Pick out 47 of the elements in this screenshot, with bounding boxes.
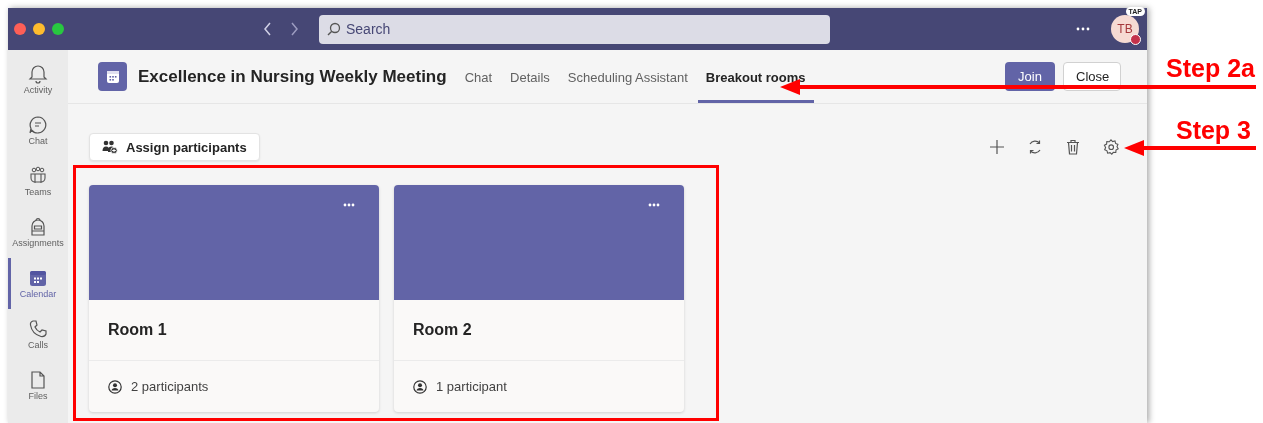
more-icon[interactable] xyxy=(1076,27,1090,31)
meeting-title: Excellence in Nursing Weekly Meeting xyxy=(138,66,447,87)
backpack-icon xyxy=(28,217,48,237)
close-window-icon[interactable] xyxy=(14,23,26,35)
sidebar-item[interactable]: Calendar xyxy=(8,258,68,309)
more-icon[interactable] xyxy=(648,203,660,207)
chat-icon xyxy=(28,115,48,135)
person-icon xyxy=(413,379,427,394)
delete-icon[interactable] xyxy=(1065,139,1081,155)
forward-icon[interactable] xyxy=(289,22,299,36)
more-icon[interactable] xyxy=(343,203,355,207)
add-icon[interactable] xyxy=(989,139,1005,155)
sidebar-item[interactable]: Calls xyxy=(8,309,68,360)
tab[interactable]: Scheduling Assistant xyxy=(559,50,696,103)
people-add-icon xyxy=(102,140,118,154)
sidebar-item[interactable]: Activity xyxy=(8,54,68,105)
presence-dot-icon xyxy=(1130,34,1141,45)
tab[interactable]: Chat xyxy=(456,50,501,103)
step-label: Step 2a xyxy=(1166,53,1255,83)
file-icon xyxy=(28,370,48,390)
room-card[interactable]: Room 2 1 participant xyxy=(394,185,684,412)
teams-icon xyxy=(28,166,48,186)
refresh-icon[interactable] xyxy=(1027,139,1043,155)
calendar-icon xyxy=(98,62,127,91)
tab[interactable]: Details xyxy=(502,50,558,103)
room-name: Room 1 xyxy=(108,321,167,339)
step-label: Step 3 xyxy=(1175,115,1251,145)
room-name: Room 2 xyxy=(413,321,472,339)
sidebar-item[interactable]: Assignments xyxy=(8,207,68,258)
bell-icon xyxy=(28,64,48,84)
room-card[interactable]: Room 1 2 participants xyxy=(89,185,379,412)
avatar[interactable]: TB xyxy=(1111,15,1139,43)
search-field[interactable]: Search xyxy=(319,14,830,44)
participant-count: 2 participants xyxy=(131,379,209,394)
person-icon xyxy=(108,379,122,394)
phone-icon xyxy=(28,319,48,339)
search-icon xyxy=(327,21,341,36)
sidebar-item[interactable]: Teams xyxy=(8,156,68,207)
zoom-window-icon[interactable] xyxy=(52,23,64,35)
calendar-icon xyxy=(28,268,48,288)
minimize-window-icon[interactable] xyxy=(33,23,45,35)
back-icon[interactable] xyxy=(263,22,273,36)
settings-icon[interactable] xyxy=(1103,139,1119,155)
assign-participants-button[interactable]: Assign participants xyxy=(89,133,260,161)
participant-count: 1 participant xyxy=(436,379,507,394)
sidebar-item[interactable]: Chat xyxy=(8,105,68,156)
sidebar-item[interactable]: Files xyxy=(8,360,68,411)
